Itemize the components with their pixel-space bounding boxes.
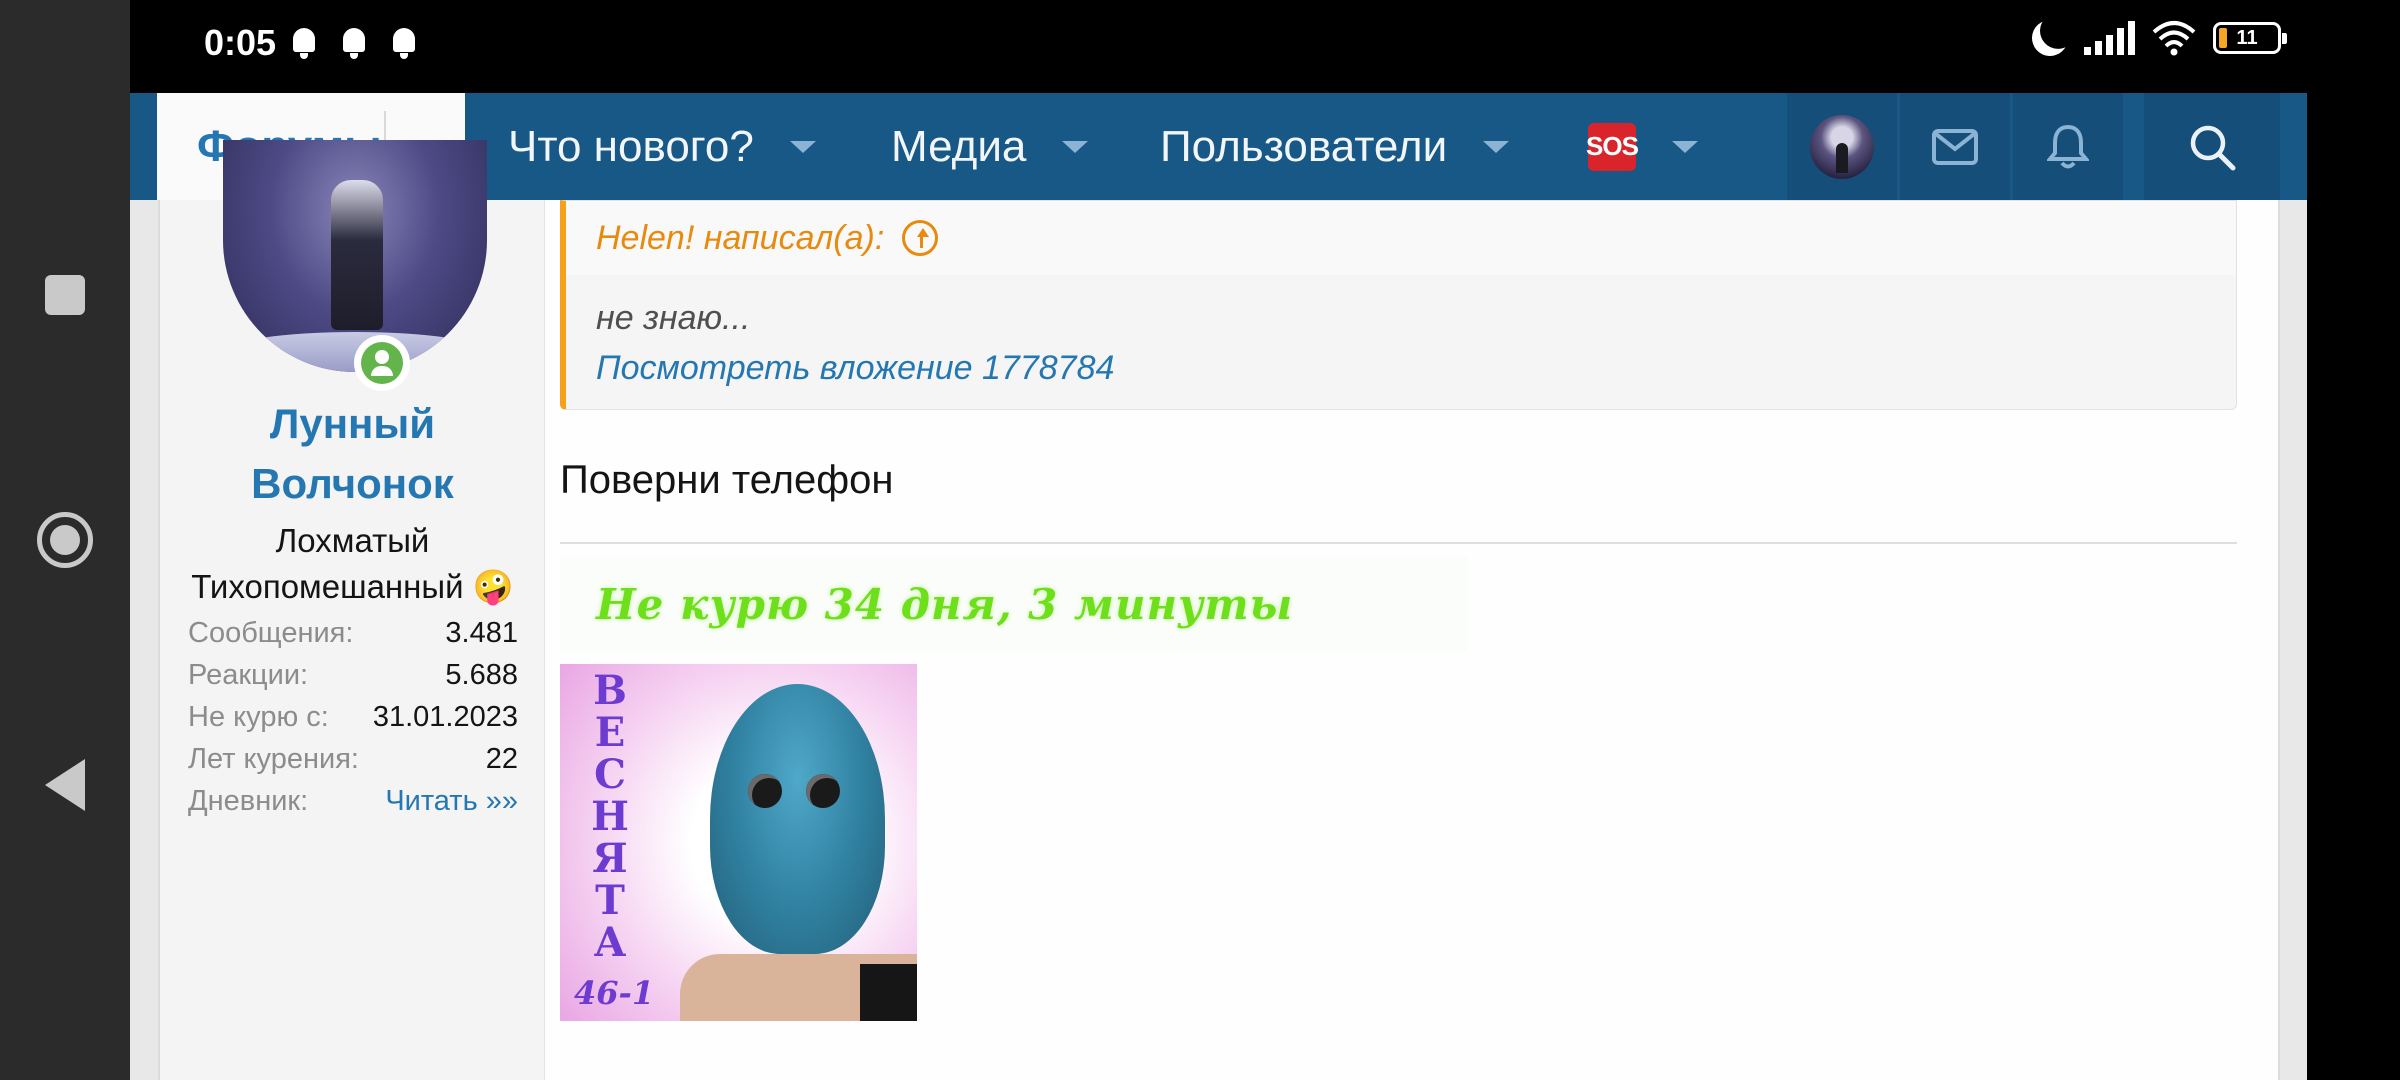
nav-tab-label: Пользователи (1160, 121, 1448, 171)
message-text: Поверни телефон (560, 458, 894, 502)
battery-icon: 11 (2213, 22, 2287, 54)
signature-number: 46-1 (574, 974, 655, 1012)
nav-tab-members[interactable]: Пользователи (1160, 93, 1510, 200)
alerts-button[interactable] (2013, 93, 2123, 200)
search-button[interactable] (2144, 93, 2280, 200)
chevron-down-icon[interactable] (789, 140, 816, 153)
nav-tab-whats-new[interactable]: Что нового? (508, 93, 816, 200)
nav-tab-sos[interactable]: SOS (1586, 93, 1698, 200)
quote-text: не знаю... (596, 299, 751, 337)
header-actions (1787, 93, 2280, 200)
system-nav-bar (0, 0, 130, 1080)
attachment-link[interactable]: Посмотреть вложение 1778784 (596, 349, 1114, 388)
online-status-icon (354, 335, 410, 391)
post-card: Лунный Волчонок Лохматый Тихопомешанный … (158, 140, 2280, 1080)
status-bar: 0:05 11 (130, 0, 2307, 93)
bell-icon (288, 26, 320, 60)
back-triangle-icon (45, 759, 85, 811)
recents-button[interactable] (0, 235, 130, 355)
notification-icons (288, 26, 420, 60)
envelope-icon (1932, 128, 1978, 165)
search-icon (2190, 125, 2236, 170)
user-panel: Лунный Волчонок Лохматый Тихопомешанный … (160, 140, 545, 1080)
signature-image: В Е С Н Я Т А 46-1 (560, 664, 917, 1021)
chevron-down-icon[interactable] (1672, 140, 1698, 153)
stat-row: Лет курения: 22 (188, 742, 518, 775)
dnd-moon-icon (2027, 15, 2073, 61)
nav-tab-media[interactable]: Медиа (891, 93, 1089, 200)
user-title: Лохматый Тихопомешанный 🤪 (191, 522, 514, 605)
circle-icon (37, 512, 93, 568)
nav-tab-label: Медиа (891, 121, 1027, 171)
bell-icon (388, 26, 420, 60)
system-indicators: 11 (2032, 20, 2287, 56)
inbox-button[interactable] (1900, 93, 2010, 200)
signature-divider (560, 542, 2237, 544)
chevron-down-icon[interactable] (1483, 140, 1510, 153)
quote-author[interactable]: Helen! написал(а): (566, 201, 2236, 275)
stat-row: Дневник: Читать »» (188, 784, 518, 818)
username-link[interactable]: Лунный Волчонок (160, 394, 545, 514)
chevron-down-icon[interactable] (1062, 140, 1089, 153)
back-button[interactable] (0, 725, 130, 845)
quote-block: Helen! написал(а): не знаю... Посмотреть… (560, 200, 2237, 410)
bell-icon (2047, 124, 2089, 168)
stat-row: Сообщения: 3.481 (188, 616, 518, 649)
user-stats: Сообщения: 3.481 Реакции: 5.688 Не курю с:… (188, 612, 518, 822)
signature-banner: Не курю 34 дня, 3 минуты (560, 557, 1468, 651)
screen-edge (2307, 0, 2400, 1080)
stat-row: Реакции: 5.688 (188, 658, 518, 691)
signature-word: В Е С Н Я Т А (591, 667, 629, 966)
browser-content: Форумы Что нового? Медиа Пользователи SO… (130, 93, 2307, 1080)
arrow-up-icon[interactable] (902, 220, 939, 256)
plush-creature-illustration (710, 684, 885, 954)
wifi-icon (2152, 21, 2196, 56)
avatar (1810, 114, 1874, 179)
signal-icon (2084, 21, 2135, 55)
nav-tab-label: Что нового? (508, 121, 754, 171)
sos-icon: SOS (1586, 122, 1639, 171)
account-button[interactable] (1787, 93, 1897, 200)
square-icon (45, 275, 85, 315)
home-button[interactable] (0, 480, 130, 600)
user-avatar[interactable] (223, 140, 487, 372)
bell-icon (338, 26, 370, 60)
clock: 0:05 (204, 22, 277, 63)
stat-row: Не курю с: 31.01.2023 (188, 700, 518, 733)
diary-link[interactable]: Читать »» (385, 785, 518, 818)
